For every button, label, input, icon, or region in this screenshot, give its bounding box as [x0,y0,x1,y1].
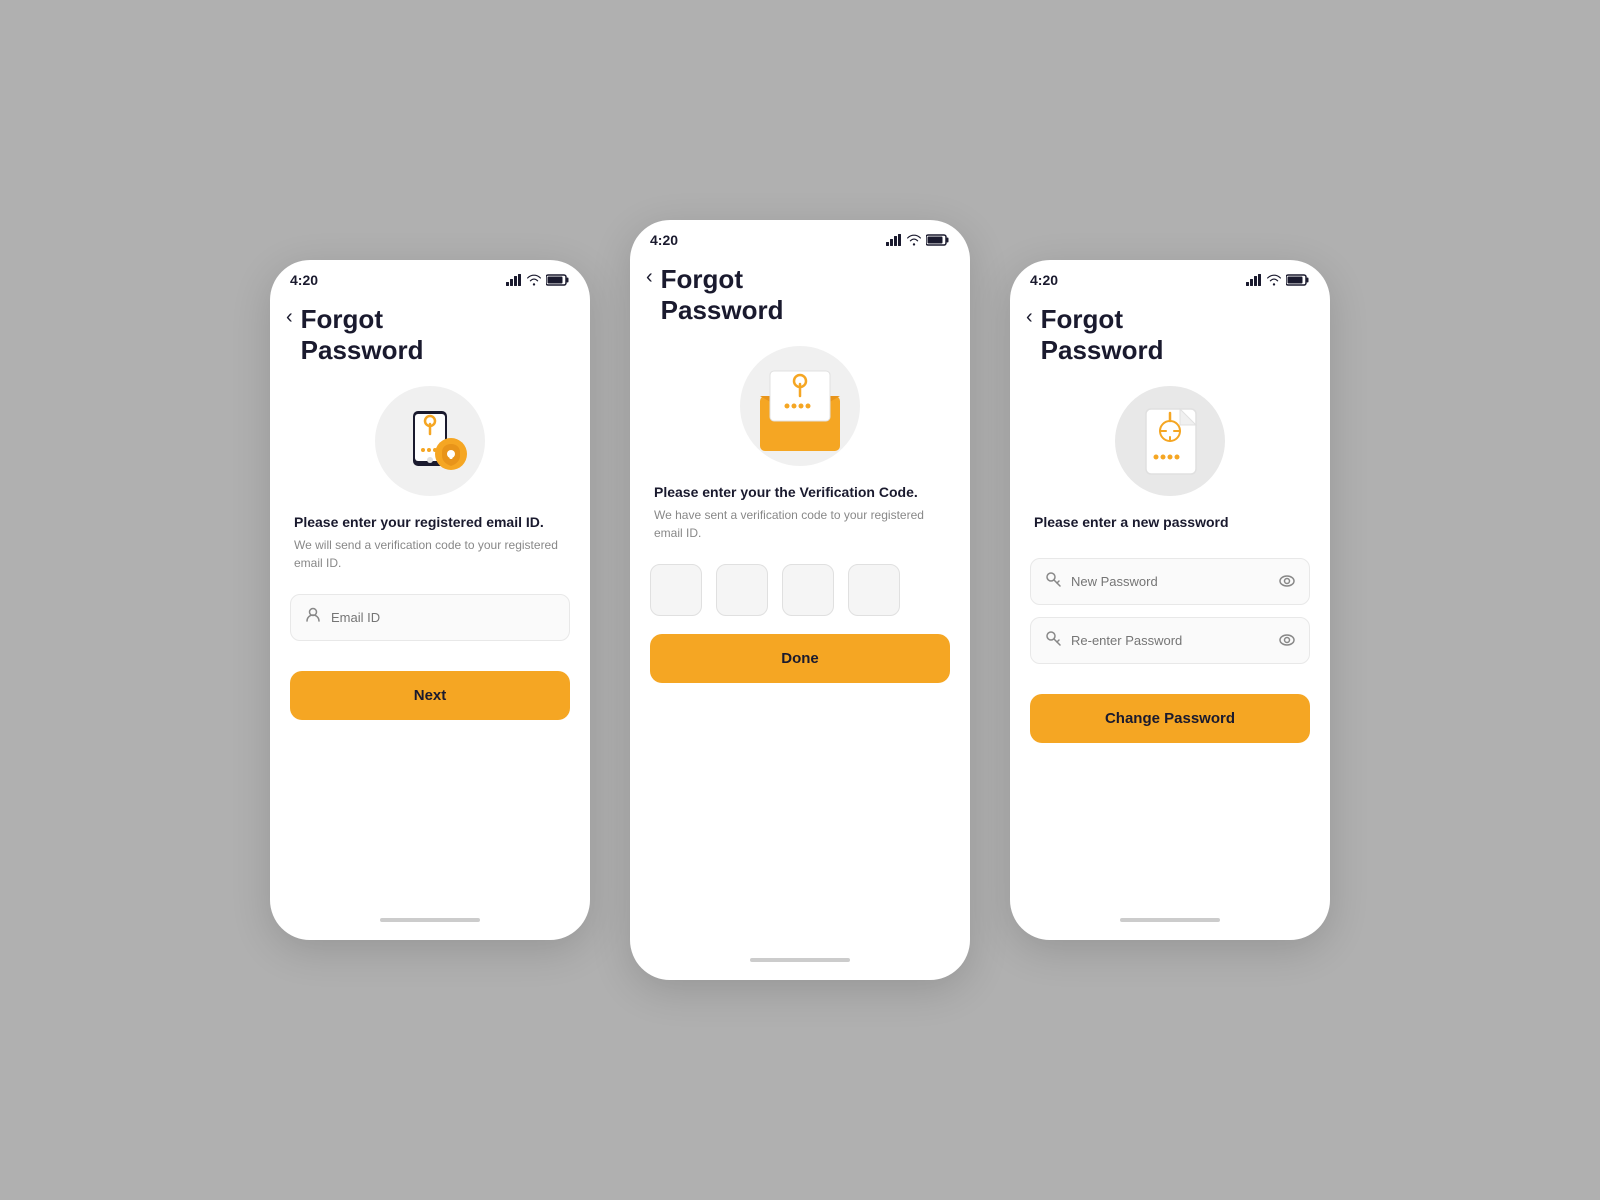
done-button[interactable]: Done [650,634,950,683]
desc-title-3: Please enter a new password [1034,514,1306,530]
title-line1-1: Forgot [301,304,424,335]
time-1: 4:20 [290,272,318,288]
home-indicator-2 [630,950,970,970]
status-bar-3: 4:20 [1010,260,1330,294]
input-section-3 [1010,548,1330,686]
battery-icon-2 [926,234,950,246]
envelope-circle [740,346,860,466]
key-doc-icon [1128,399,1213,484]
otp-box-2[interactable] [716,564,768,616]
key-icon-1 [1045,571,1061,592]
desc-title-1: Please enter your registered email ID. [294,514,566,530]
new-password-wrapper[interactable] [1030,558,1310,605]
status-icons-3 [1246,274,1310,286]
back-button-2[interactable]: ‹ [646,266,653,289]
time-2: 4:20 [650,232,678,248]
header-nav-3: ‹ Forgot Password [1010,294,1330,366]
signal-icon-2 [886,234,902,246]
input-section-1 [270,584,590,663]
illustration-2 [630,326,970,476]
phone-screen-3: 4:20 [1010,260,1330,940]
illustration-3 [1010,366,1330,506]
page-title-2: Forgot Password [661,264,784,326]
home-bar-2 [750,958,850,962]
illustration-1 [270,366,590,506]
key-doc-circle [1115,386,1225,496]
person-icon [305,607,321,628]
phone-screen-2: 4:20 [630,220,970,980]
phone-key-circle [375,386,485,496]
eye-icon-2[interactable] [1279,633,1295,649]
confirm-password-field[interactable] [1071,633,1279,648]
desc-text-2: We have sent a verification code to your… [654,506,946,542]
email-input-wrapper[interactable] [290,594,570,641]
signal-icon-3 [1246,274,1262,286]
email-field[interactable] [331,610,555,625]
description-section-3: Please enter a new password [1010,506,1330,548]
key-icon-2 [1045,630,1061,651]
new-password-field[interactable] [1071,574,1279,589]
confirm-password-wrapper[interactable] [1030,617,1310,664]
home-bar-3 [1120,918,1220,922]
header-nav-1: ‹ Forgot Password [270,294,590,366]
header-nav-2: ‹ Forgot Password [630,254,970,326]
wifi-icon-2 [906,234,922,246]
status-icons-1 [506,274,570,286]
change-password-button[interactable]: Change Password [1030,694,1310,743]
screens-container: 4:20 [230,180,1370,1020]
home-indicator-1 [270,910,590,930]
status-bar-1: 4:20 [270,260,590,294]
back-button-1[interactable]: ‹ [286,306,293,329]
title-line2-2: Password [661,295,784,326]
home-indicator-3 [1010,910,1330,930]
page-title-3: Forgot Password [1041,304,1164,366]
envelope-key-icon [750,361,850,451]
back-button-3[interactable]: ‹ [1026,306,1033,329]
status-icons-2 [886,234,950,246]
page-title-1: Forgot Password [301,304,424,366]
next-button[interactable]: Next [290,671,570,720]
otp-section [630,554,970,626]
wifi-icon-1 [526,274,542,286]
otp-box-3[interactable] [782,564,834,616]
eye-icon-1[interactable] [1279,574,1295,590]
battery-icon-1 [546,274,570,286]
otp-box-1[interactable] [650,564,702,616]
status-bar-2: 4:20 [630,220,970,254]
time-3: 4:20 [1030,272,1058,288]
desc-title-2: Please enter your the Verification Code. [654,484,946,500]
title-line1-2: Forgot [661,264,784,295]
title-line1-3: Forgot [1041,304,1164,335]
otp-box-4[interactable] [848,564,900,616]
desc-text-1: We will send a verification code to your… [294,536,566,572]
description-section-2: Please enter your the Verification Code.… [630,476,970,554]
wifi-icon-3 [1266,274,1282,286]
phone-screen-1: 4:20 [270,260,590,940]
home-bar-1 [380,918,480,922]
signal-icon-1 [506,274,522,286]
title-line2-1: Password [301,335,424,366]
title-line2-3: Password [1041,335,1164,366]
battery-icon-3 [1286,274,1310,286]
description-section-1: Please enter your registered email ID. W… [270,506,590,584]
phone-key-icon [385,396,475,486]
